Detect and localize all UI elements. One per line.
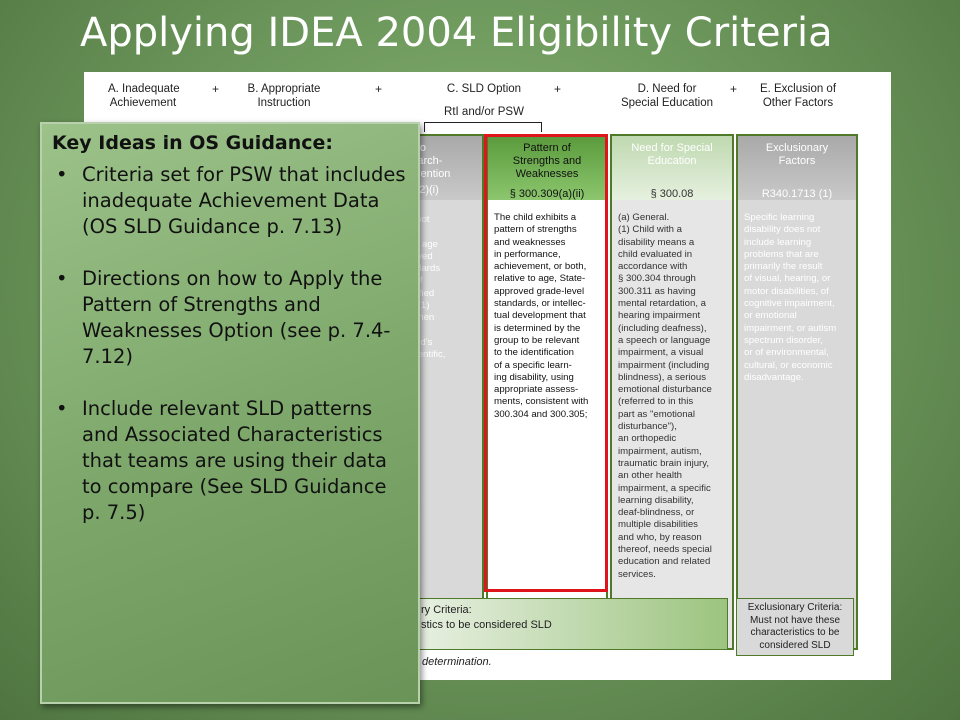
column-exclusionary-body: Specific learning disability does not in… bbox=[744, 212, 837, 383]
list-item: • Include relevant SLD patterns and Assoc… bbox=[52, 396, 408, 526]
plus-sign: + bbox=[375, 82, 383, 96]
list-item-text: Include relevant SLD patterns and Associ… bbox=[82, 397, 387, 524]
key-ideas-heading: Key Ideas in OS Guidance: bbox=[52, 132, 334, 154]
header-appropriate-instruction: B. Appropriate Instruction bbox=[247, 83, 321, 109]
column-need-ref: § 300.08 bbox=[650, 188, 694, 200]
column-exclusionary: Exclusionary Factors R340.1713 (1) Speci… bbox=[736, 134, 858, 650]
bullet-icon: • bbox=[56, 267, 68, 290]
header-rti-psw: RtI and/or PSW bbox=[444, 106, 524, 118]
key-ideas-list: • Criteria set for PSW that includes inad… bbox=[52, 162, 408, 526]
header-inadequate-achievement: A. Inadequate Achievement bbox=[108, 83, 180, 109]
list-item-text: Criteria set for PSW that includes inade… bbox=[82, 163, 406, 238]
psw-highlight-box bbox=[484, 134, 608, 592]
list-item: • Criteria set for PSW that includes inad… bbox=[52, 162, 408, 240]
column-need-body: (a) General. (1) Child with a disability… bbox=[618, 212, 712, 580]
inclusionary-criteria-box: ry Criteria: stics to be considered SLD bbox=[414, 598, 728, 650]
list-item-text: Directions on how to Apply the Pattern o… bbox=[82, 267, 391, 368]
column-need: Need for Special Education § 300.08 (a) … bbox=[610, 134, 734, 650]
slide-title: Applying IDEA 2004 Eligibility Criteria bbox=[80, 10, 833, 56]
arrow-connector bbox=[424, 122, 425, 132]
list-item: • Directions on how to Apply the Pattern … bbox=[52, 266, 408, 370]
plus-sign: + bbox=[212, 82, 220, 96]
bullet-icon: • bbox=[56, 163, 68, 186]
header-sld-option: C. SLD Option bbox=[446, 83, 522, 95]
arrow-connector bbox=[541, 122, 542, 132]
plus-sign: + bbox=[554, 82, 562, 96]
plus-sign: + bbox=[730, 82, 738, 96]
determination-text: determination. bbox=[422, 656, 492, 668]
header-need-special-education: D. Need for Special Education bbox=[620, 83, 714, 109]
header-exclusion-other-factors: E. Exclusion of Other Factors bbox=[759, 83, 837, 109]
arrow-connector bbox=[424, 122, 542, 123]
column-exclusionary-ref: R340.1713 (1) bbox=[761, 188, 833, 200]
key-ideas-panel: Key Ideas in OS Guidance: • Criteria set … bbox=[40, 122, 420, 704]
bullet-icon: • bbox=[56, 397, 68, 420]
exclusionary-criteria-box: Exclusionary Criteria: Must not have the… bbox=[736, 598, 854, 656]
